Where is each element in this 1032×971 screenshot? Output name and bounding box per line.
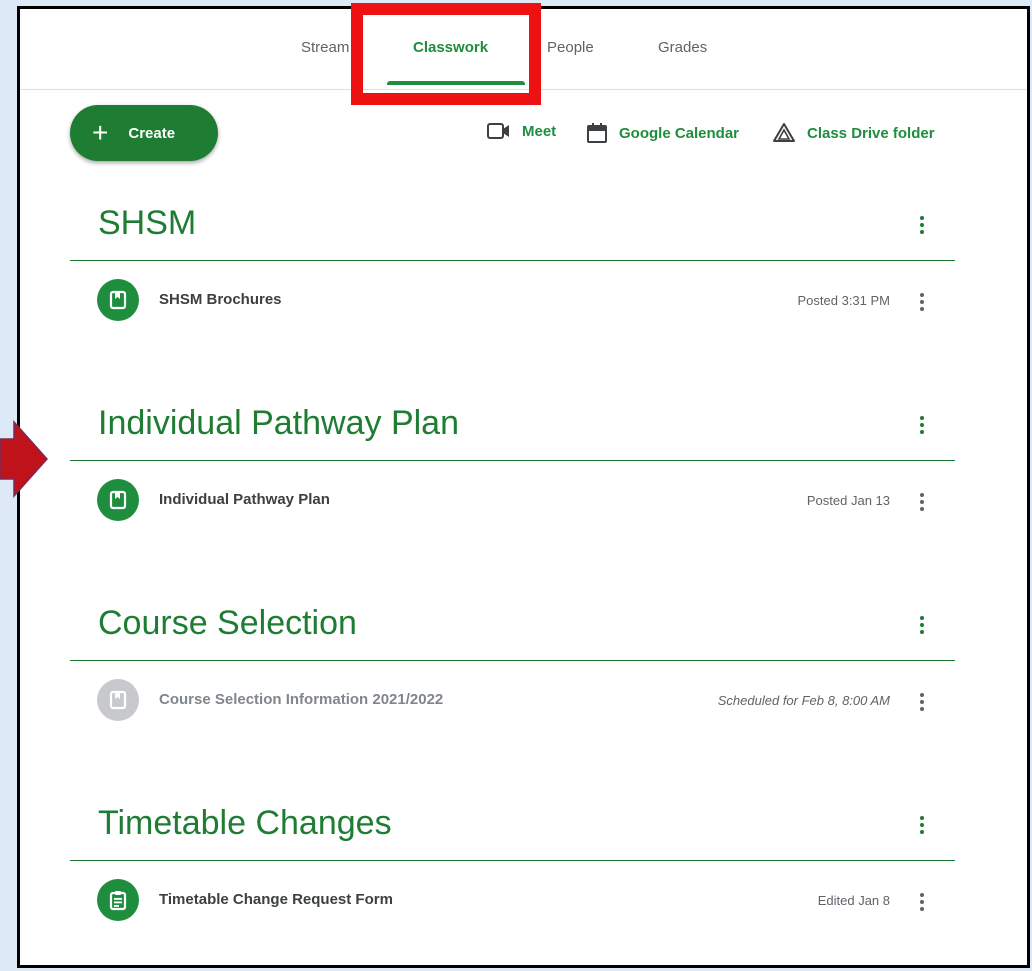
item-more-icon[interactable] xyxy=(912,490,932,514)
active-tab-indicator xyxy=(387,81,525,85)
topic-more-icon[interactable] xyxy=(912,413,932,437)
topic-more-icon[interactable] xyxy=(912,613,932,637)
item-status: Scheduled for Feb 8, 8:00 AM xyxy=(717,693,890,708)
material-icon xyxy=(97,479,139,521)
topic-more-icon[interactable] xyxy=(912,813,932,837)
item-more-icon[interactable] xyxy=(912,890,932,914)
topic-divider xyxy=(70,260,955,261)
drive-icon xyxy=(773,123,795,142)
class-drive-folder-link[interactable]: Class Drive folder xyxy=(771,121,935,145)
list-item[interactable]: Timetable Change Request Form Edited Jan… xyxy=(70,864,955,924)
list-item[interactable]: Course Selection Information 2021/2022 S… xyxy=(70,664,955,724)
google-calendar-link[interactable]: Google Calendar xyxy=(585,121,739,145)
meet-link[interactable]: Meet xyxy=(486,121,556,141)
calendar-icon xyxy=(587,123,607,143)
tab-stream[interactable]: Stream xyxy=(301,39,349,56)
pointer-arrow-annotation xyxy=(0,420,49,498)
video-camera-icon xyxy=(487,123,509,139)
topic-title: Individual Pathway Plan xyxy=(98,404,460,442)
list-item[interactable]: SHSM Brochures Posted 3:31 PM xyxy=(70,264,955,324)
material-icon xyxy=(97,279,139,321)
material-icon xyxy=(97,679,139,721)
item-title: Course Selection Information 2021/2022 xyxy=(159,691,444,708)
tab-grades[interactable]: Grades xyxy=(658,39,707,56)
meet-link-label: Meet xyxy=(522,122,557,140)
classroom-window: Stream Classwork People Grades + Create … xyxy=(17,3,1030,968)
item-title: SHSM Brochures xyxy=(159,291,282,308)
item-status: Posted Jan 13 xyxy=(806,493,890,508)
google-calendar-link-label: Google Calendar xyxy=(619,124,740,142)
assignment-icon xyxy=(97,879,139,921)
list-item[interactable]: Individual Pathway Plan Posted Jan 13 xyxy=(70,464,955,524)
topic-divider xyxy=(70,660,955,661)
create-button-label: Create xyxy=(128,124,176,142)
plus-icon: + xyxy=(92,117,109,148)
item-title: Timetable Change Request Form xyxy=(159,891,393,908)
topic-more-icon[interactable] xyxy=(912,213,932,237)
topic-title: Course Selection xyxy=(98,604,357,642)
item-title: Individual Pathway Plan xyxy=(159,491,330,508)
item-status: Edited Jan 8 xyxy=(817,893,890,908)
create-button[interactable]: + Create xyxy=(70,105,218,161)
top-nav-bar: Stream Classwork People Grades xyxy=(20,9,1027,90)
item-status: Posted 3:31 PM xyxy=(797,293,891,308)
tab-people[interactable]: People xyxy=(547,39,594,56)
topic-title: SHSM xyxy=(98,204,197,242)
topic-divider xyxy=(70,460,955,461)
topic-title: Timetable Changes xyxy=(98,804,392,842)
tab-classwork[interactable]: Classwork xyxy=(413,39,488,56)
topic-divider xyxy=(70,860,955,861)
item-more-icon[interactable] xyxy=(912,290,932,314)
item-more-icon[interactable] xyxy=(912,690,932,714)
class-drive-folder-link-label: Class Drive folder xyxy=(807,124,935,142)
